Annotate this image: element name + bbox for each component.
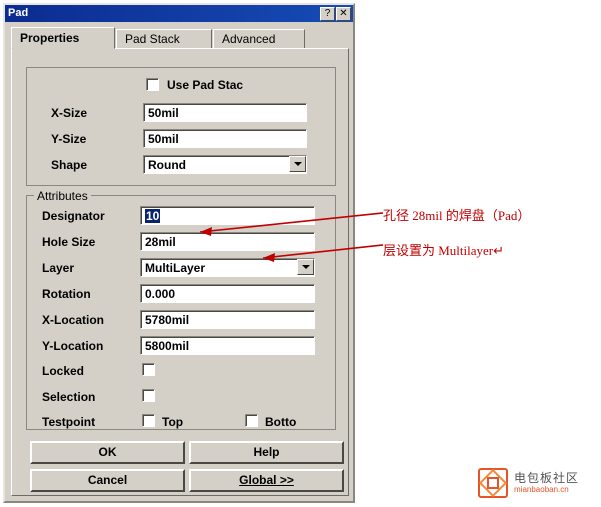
x-size-label: X-Size — [51, 106, 88, 120]
use-pad-stack-checkbox[interactable] — [146, 78, 159, 91]
properties-tab-page: Use Pad Stac X-Size 50mil Y-Size 50mil S… — [11, 48, 349, 496]
watermark-line1: 电包板社区 — [514, 471, 580, 485]
tab-strip: Properties Pad Stack Advanced — [11, 27, 349, 49]
y-location-label: Y-Location — [42, 339, 104, 353]
selection-checkbox[interactable] — [142, 389, 155, 402]
locked-label: Locked — [42, 364, 85, 378]
designator-label: Designator — [42, 209, 105, 223]
y-size-input[interactable]: 50mil — [143, 129, 307, 148]
watermark-text: 电包板社区 mianbaoban.cn — [514, 471, 579, 495]
hole-size-input[interactable]: 28mil — [140, 232, 315, 251]
help-titlebar-button[interactable]: ? — [320, 6, 335, 21]
help-button[interactable]: Help — [189, 441, 344, 464]
designator-input[interactable]: 10 — [140, 206, 315, 225]
locked-checkbox[interactable] — [142, 363, 155, 376]
testpoint-bottom-label: Botto — [265, 415, 297, 429]
hole-size-label: Hole Size — [42, 235, 96, 249]
tab-properties[interactable]: Properties — [11, 27, 115, 49]
annotation-layer: 层设置为 Multilayer↵ — [383, 243, 505, 258]
x-size-input[interactable]: 50mil — [143, 103, 307, 122]
testpoint-bottom-checkbox[interactable] — [245, 414, 258, 427]
layer-combo-chevron-down-icon[interactable] — [297, 259, 314, 275]
x-location-input[interactable]: 5780mil — [140, 310, 315, 329]
tab-advanced[interactable]: Advanced — [213, 29, 305, 49]
layer-label: Layer — [42, 261, 75, 275]
shape-combo[interactable]: Round — [143, 155, 307, 174]
use-pad-stack-label: Use Pad Stac — [167, 78, 244, 92]
shape-label: Shape — [51, 158, 88, 172]
ok-button[interactable]: OK — [30, 441, 185, 464]
tab-pad-stack[interactable]: Pad Stack — [116, 29, 212, 49]
cancel-button[interactable]: Cancel — [30, 469, 185, 492]
global-button-label: Global >> — [239, 473, 294, 487]
layer-combo[interactable]: MultiLayer — [140, 258, 315, 277]
designator-value: 10 — [145, 209, 161, 223]
watermark-line2: mianbaoban.cn — [514, 485, 569, 494]
watermark-icon — [478, 468, 508, 498]
y-size-label: Y-Size — [51, 132, 87, 146]
dialog-titlebar[interactable]: Pad ? ✕ — [5, 5, 353, 22]
pad-dialog: Pad ? ✕ Properties Pad Stack Advanced Us… — [3, 3, 355, 503]
selection-label: Selection — [42, 390, 96, 404]
x-location-label: X-Location — [42, 313, 104, 327]
rotation-label: Rotation — [42, 287, 91, 301]
global-button[interactable]: Global >> — [189, 469, 344, 492]
annotation-hole-size: 孔径 28mil 的焊盘（Pad） — [383, 208, 531, 223]
testpoint-label: Testpoint — [42, 415, 96, 429]
testpoint-top-label: Top — [162, 415, 184, 429]
rotation-input[interactable]: 0.000 — [140, 284, 315, 303]
y-location-input[interactable]: 5800mil — [140, 336, 315, 355]
watermark-logo: 电包板社区 mianbaoban.cn — [478, 466, 590, 500]
shape-combo-chevron-down-icon[interactable] — [289, 156, 306, 172]
attributes-group-label: Attributes — [34, 189, 91, 203]
close-icon[interactable]: ✕ — [336, 6, 351, 21]
dialog-title: Pad — [8, 7, 29, 19]
testpoint-top-checkbox[interactable] — [142, 414, 155, 427]
